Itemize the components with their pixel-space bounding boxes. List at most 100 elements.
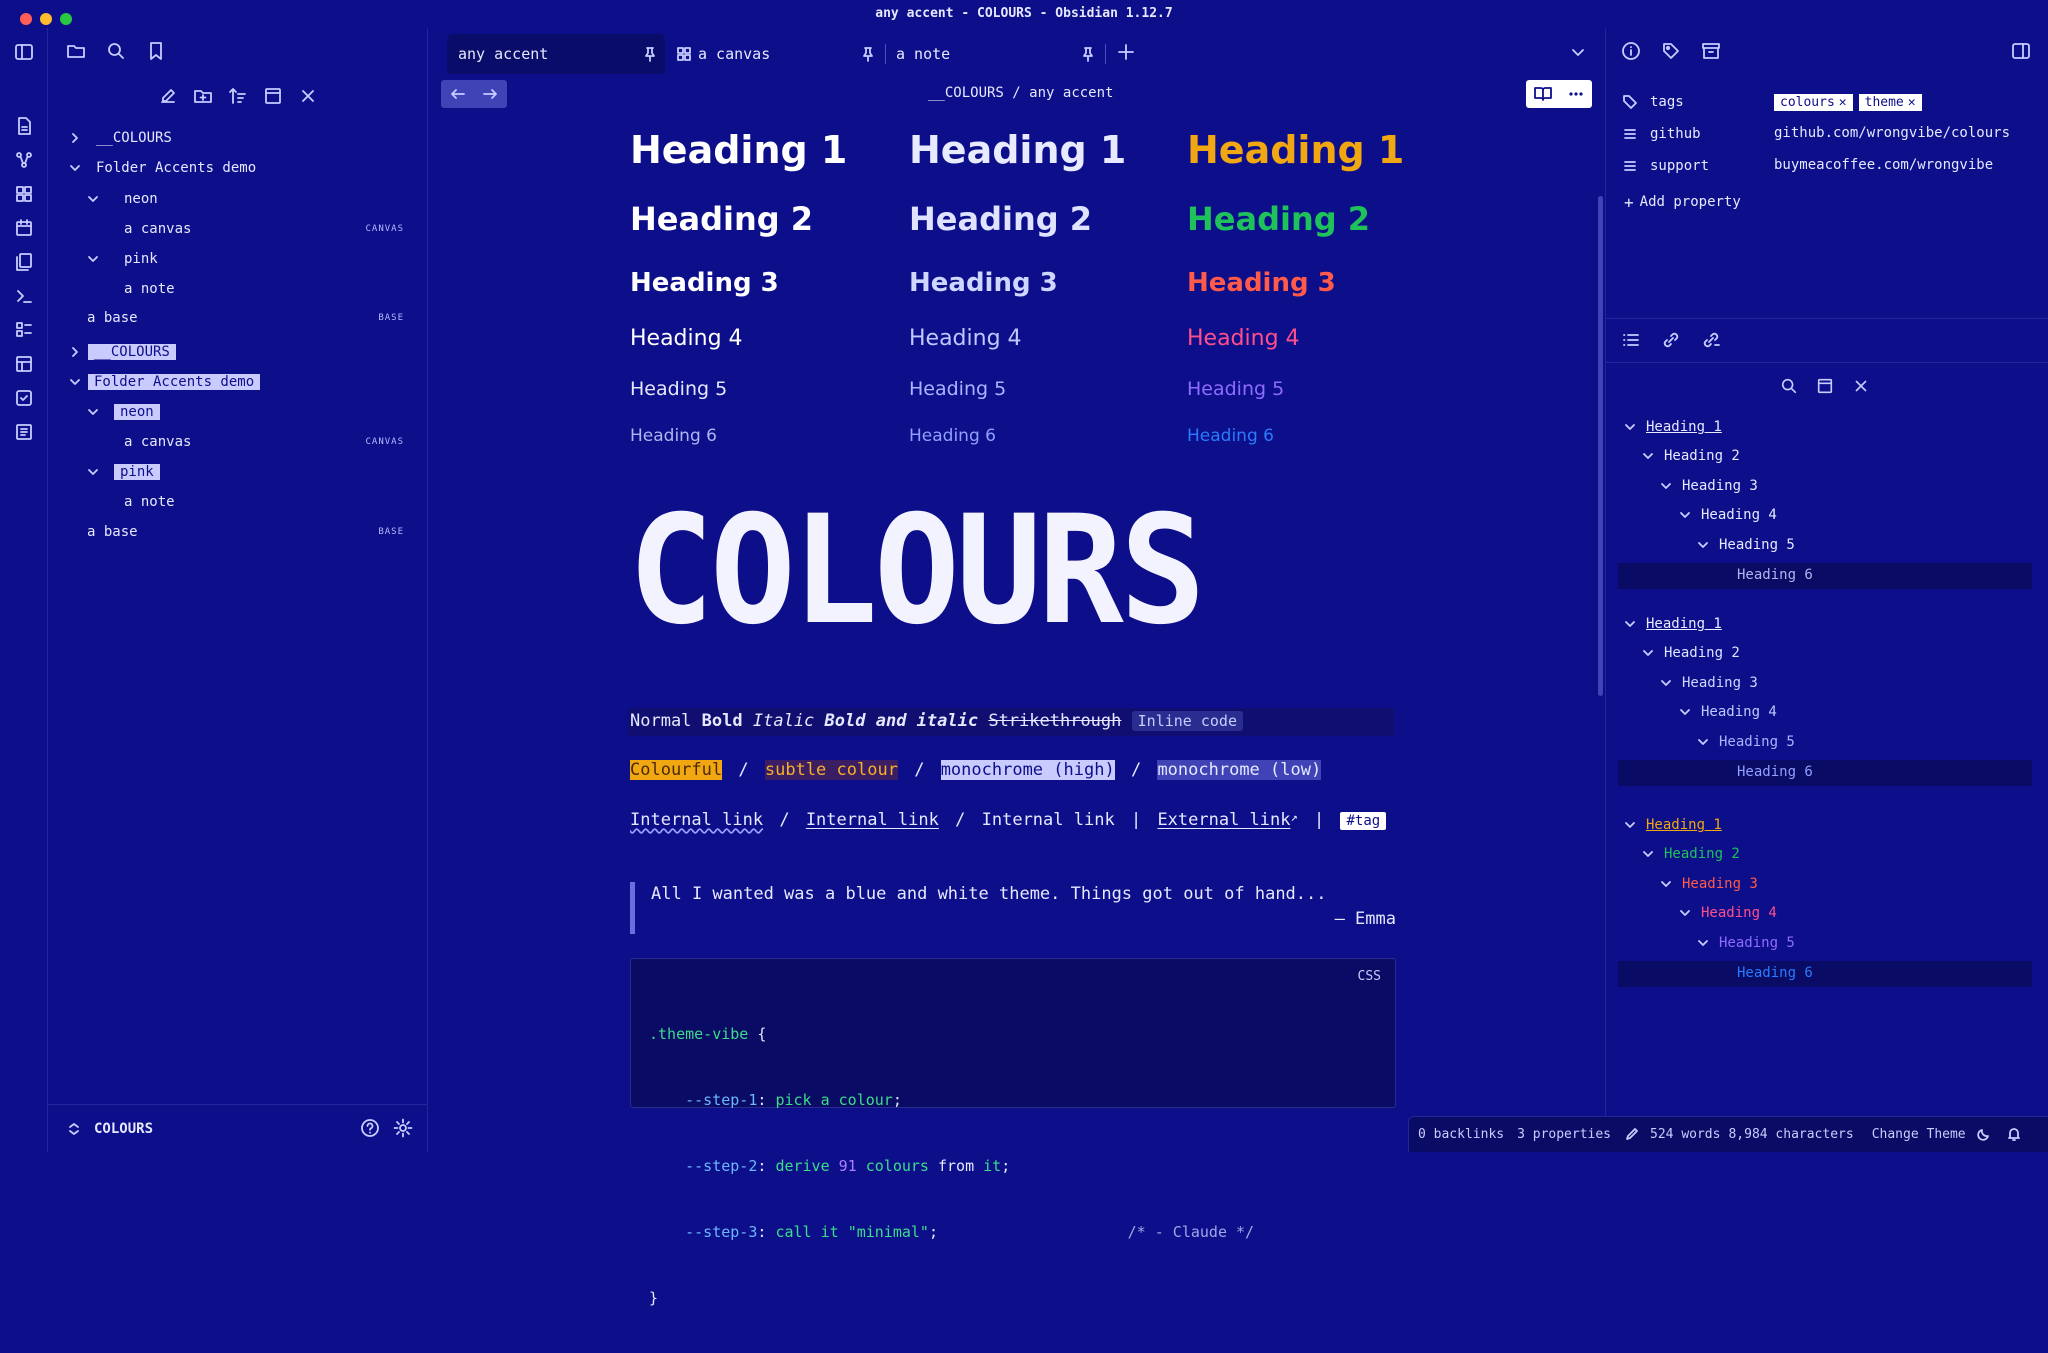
vault-switcher[interactable]: COLOURS (66, 1118, 153, 1140)
open-quick-switcher-icon[interactable] (14, 116, 34, 136)
tag-pill[interactable]: #tag (1340, 812, 1387, 830)
moon-icon[interactable] (1976, 1126, 1992, 1142)
tag-chip[interactable]: theme ✕ (1858, 93, 1922, 111)
close-icon[interactable] (1852, 377, 1870, 395)
tree-folder-colours[interactable]: __COLOURS (64, 340, 176, 364)
outline-item-h1[interactable]: Heading 1 (1622, 419, 1722, 435)
editor-scrollbar[interactable] (1598, 196, 1603, 696)
archive-icon[interactable] (1701, 41, 1721, 61)
tag-chip[interactable]: colours ✕ (1774, 93, 1853, 111)
external-link[interactable]: External link (1157, 810, 1290, 830)
help-icon[interactable] (360, 1118, 380, 1138)
outline-item-h3[interactable]: Heading 3 (1658, 478, 1758, 494)
outline-item-h2[interactable]: Heading 2 (1640, 846, 1740, 862)
sidebar-toggle-icon[interactable] (14, 42, 34, 62)
canvas-icon[interactable] (14, 184, 34, 204)
tab-a-note[interactable]: a note (896, 38, 1096, 70)
tree-folder-label: __COLOURS (88, 344, 176, 360)
tree-file-note[interactable]: a note (124, 277, 175, 301)
new-folder-icon[interactable] (193, 86, 213, 106)
pin-icon[interactable] (1080, 46, 1096, 62)
outline-list-icon[interactable] (1621, 330, 1641, 350)
breadcrumb-folder[interactable]: __COLOURS (928, 85, 1004, 101)
tree-folder-pink[interactable]: pink (82, 247, 158, 271)
outline-item-h1[interactable]: Heading 1 (1622, 616, 1722, 632)
bases-icon[interactable] (14, 320, 34, 340)
outline-item-h4[interactable]: Heading 4 (1677, 507, 1777, 523)
property-value[interactable]: github.com/wrongvibe/colours (1774, 125, 2010, 141)
sort-icon[interactable] (228, 86, 248, 106)
outline-item-h1[interactable]: Heading 1 (1622, 817, 1722, 833)
outline-item-h6[interactable]: Heading 6 (1737, 965, 1813, 981)
tab-list-chevron-down-icon[interactable] (1568, 42, 1588, 62)
backlinks-count[interactable]: 0 backlinks (1418, 1127, 1504, 1142)
outline-item-h2[interactable]: Heading 2 (1640, 448, 1740, 464)
add-property-button[interactable]: + Add property (1624, 191, 1741, 213)
reading-view-book-icon[interactable] (1533, 84, 1553, 104)
command-palette-icon[interactable] (14, 286, 34, 306)
search-icon[interactable] (106, 41, 126, 61)
properties-count[interactable]: 3 properties (1517, 1127, 1611, 1142)
search-icon[interactable] (1780, 377, 1798, 395)
collapse-all-icon[interactable] (1816, 377, 1834, 395)
more-options-icon[interactable] (1566, 84, 1586, 104)
remove-tag-icon[interactable]: ✕ (1908, 95, 1916, 110)
collapse-all-icon[interactable] (263, 86, 283, 106)
outline-item-h3[interactable]: Heading 3 (1658, 675, 1758, 691)
settings-gear-icon[interactable] (393, 1118, 413, 1138)
right-sidebar-toggle-icon[interactable] (2011, 41, 2031, 61)
outline-item-h5[interactable]: Heading 5 (1695, 734, 1795, 750)
outline-item-h2[interactable]: Heading 2 (1640, 645, 1740, 661)
outline-item-h3[interactable]: Heading 3 (1658, 876, 1758, 892)
edit-pencil-icon[interactable] (1624, 1126, 1640, 1142)
backlinks-icon[interactable] (1661, 330, 1681, 350)
tree-folder-label: neon (114, 404, 160, 420)
change-theme-button[interactable]: Change Theme (1872, 1127, 1966, 1142)
tree-file-base[interactable]: a base BASE (87, 520, 404, 544)
internal-link-plain[interactable]: Internal link (982, 810, 1115, 830)
outline-item-h5[interactable]: Heading 5 (1695, 537, 1795, 553)
graph-view-icon[interactable] (14, 150, 34, 170)
forward-arrow-icon[interactable] (481, 85, 499, 103)
close-icon[interactable] (298, 86, 318, 106)
outline-item-h5[interactable]: Heading 5 (1695, 935, 1795, 951)
templates-icon[interactable] (14, 252, 34, 272)
pin-icon[interactable] (642, 46, 658, 62)
internal-link-unresolved[interactable]: Internal link (630, 810, 763, 830)
outline-item-h6[interactable]: Heading 6 (1737, 567, 1813, 583)
tree-folder-accents-demo[interactable]: Folder Accents demo (64, 156, 256, 180)
tree-folder-colours[interactable]: __COLOURS (64, 126, 172, 150)
new-tab-plus-icon[interactable] (1116, 42, 1136, 62)
book-icon[interactable] (14, 422, 34, 442)
internal-link[interactable]: Internal link (806, 810, 939, 830)
outline-item-h6[interactable]: Heading 6 (1737, 764, 1813, 780)
back-arrow-icon[interactable] (449, 85, 467, 103)
tab-any-accent[interactable]: any accent (458, 38, 658, 70)
pin-icon[interactable] (860, 46, 876, 62)
tree-file-note[interactable]: a note (124, 490, 175, 514)
breadcrumb-note[interactable]: any accent (1029, 85, 1113, 101)
tree-file-base[interactable]: a base BASE (87, 306, 404, 330)
new-note-icon[interactable] (158, 86, 178, 106)
task-icon[interactable] (14, 388, 34, 408)
tree-folder-accents-demo[interactable]: Folder Accents demo (64, 370, 261, 394)
table-icon[interactable] (14, 354, 34, 374)
info-icon[interactable] (1621, 41, 1641, 61)
tree-folder-pink[interactable]: pink (82, 460, 160, 484)
tab-a-canvas[interactable]: a canvas (676, 38, 876, 70)
chevron-right-icon (72, 133, 78, 143)
tree-file-canvas[interactable]: a canvas CANVAS (124, 430, 404, 454)
bookmark-icon[interactable] (146, 41, 166, 61)
tree-folder-neon[interactable]: neon (82, 187, 158, 211)
tree-folder-neon[interactable]: neon (82, 400, 160, 424)
folder-icon[interactable] (66, 41, 86, 61)
property-value[interactable]: buymeacoffee.com/wrongvibe (1774, 157, 1993, 173)
tags-icon[interactable] (1661, 41, 1681, 61)
daily-note-icon[interactable] (14, 218, 34, 238)
bell-icon[interactable] (2006, 1126, 2022, 1142)
outline-item-h4[interactable]: Heading 4 (1677, 704, 1777, 720)
outgoing-links-icon[interactable] (1701, 330, 1721, 350)
tree-file-canvas[interactable]: a canvas CANVAS (124, 217, 404, 241)
remove-tag-icon[interactable]: ✕ (1839, 95, 1847, 110)
outline-item-h4[interactable]: Heading 4 (1677, 905, 1777, 921)
